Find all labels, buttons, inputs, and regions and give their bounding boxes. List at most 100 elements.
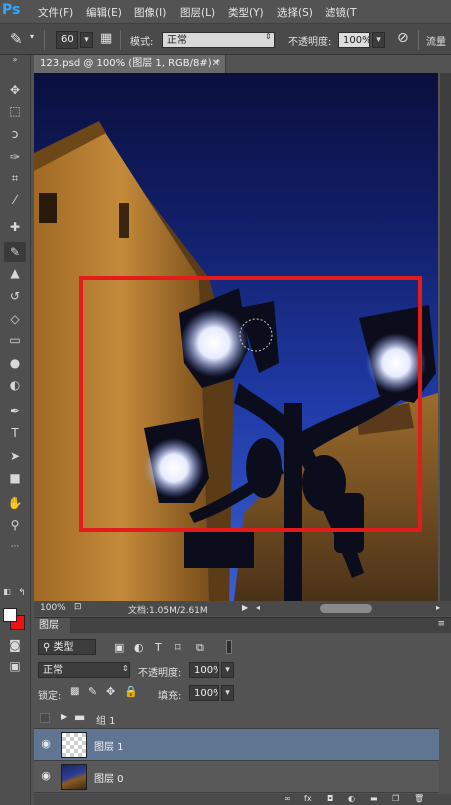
- dodge-tool-icon[interactable]: ◐: [4, 375, 26, 395]
- tools-panel: » ✥ ⬚ ↄ ✑ ⌗ ⁄ ✚ ✎ ▲ ↺ ◇ ▭ ● ◐ ✒ T ➤ ■ ✋ …: [0, 55, 31, 805]
- zoom-tool-icon[interactable]: ⚲: [4, 515, 26, 535]
- filter-toggle-switch[interactable]: [226, 640, 232, 654]
- blend-mode-select[interactable]: 正常: [38, 662, 130, 678]
- layer-opacity-dropdown-icon[interactable]: ▾: [221, 662, 234, 678]
- adjustment-layer-icon[interactable]: ◐: [348, 794, 355, 803]
- vertical-scrollbar[interactable]: [440, 73, 451, 601]
- pressure-opacity-icon[interactable]: ⊘: [397, 30, 409, 46]
- filter-type-icon[interactable]: T: [155, 641, 162, 654]
- opacity-dropdown-icon[interactable]: ▾: [372, 32, 385, 48]
- panel-grip-icon[interactable]: »: [4, 56, 26, 64]
- document-tab[interactable]: 123.psd @ 100% (图层 1, RGB/8#) * ✕: [34, 55, 226, 73]
- scroll-right-icon[interactable]: ▸: [436, 603, 440, 612]
- blend-row: 正常 ⇕ 不透明度: 100% ▾: [34, 659, 451, 681]
- fill-dropdown-icon[interactable]: ▾: [221, 685, 234, 701]
- path-selection-tool-icon[interactable]: ➤: [4, 446, 26, 466]
- lasso-tool-icon[interactable]: ↄ: [4, 124, 26, 144]
- eye-icon[interactable]: ◉: [40, 738, 52, 750]
- layer-opacity-label: 不透明度:: [138, 668, 182, 679]
- fill-label: 填充:: [158, 691, 182, 702]
- swap-colors-icon[interactable]: ↰: [16, 583, 28, 603]
- marquee-tool-icon[interactable]: ⬚: [4, 101, 26, 121]
- filter-type-select[interactable]: ⚲ 类型: [38, 639, 96, 655]
- lock-row: 锁定: ▩ ✎ ✥ 🔒 填充: 100% ▾: [34, 682, 451, 704]
- document-size: 文档:1.05M/2.61M: [128, 606, 208, 616]
- clone-stamp-tool-icon[interactable]: ▲: [4, 263, 26, 283]
- document-canvas[interactable]: [34, 73, 438, 601]
- add-mask-icon[interactable]: ◘: [327, 794, 333, 803]
- blur-tool-icon[interactable]: ●: [4, 353, 26, 373]
- filter-smartobject-icon[interactable]: ⧉: [196, 641, 204, 655]
- brush-size-dropdown-icon[interactable]: ▾: [80, 32, 93, 48]
- canvas-image: [34, 121, 438, 601]
- new-group-icon[interactable]: ▬: [370, 794, 378, 803]
- layer-thumbnail: [61, 764, 87, 790]
- foreground-color-swatch[interactable]: [3, 608, 17, 622]
- opacity-input[interactable]: 100%: [338, 32, 370, 48]
- link-layers-icon[interactable]: ∞: [284, 794, 291, 803]
- brush-tool-icon[interactable]: ✎: [4, 242, 26, 262]
- quick-mask-icon[interactable]: ◙: [4, 635, 26, 655]
- menu-select[interactable]: 选择(S): [277, 5, 313, 20]
- group-visibility-toggle[interactable]: [40, 713, 50, 723]
- menu-filter[interactable]: 滤镜(T: [325, 5, 357, 20]
- menu-type[interactable]: 类型(Y): [228, 5, 264, 20]
- status-info-icon[interactable]: ⊡: [74, 602, 82, 612]
- zoom-level[interactable]: 100%: [40, 603, 66, 613]
- crop-tool-icon[interactable]: ⌗: [4, 168, 26, 188]
- eraser-tool-icon[interactable]: ◇: [4, 309, 26, 329]
- horizontal-scroll-thumb[interactable]: [320, 604, 372, 613]
- gradient-tool-icon[interactable]: ▭: [4, 330, 26, 350]
- lock-position-icon[interactable]: ✥: [106, 685, 115, 698]
- delete-layer-icon[interactable]: 🗑: [414, 794, 424, 803]
- layer-row-1[interactable]: ◉ 图层 1: [34, 729, 439, 761]
- folder-icon: ▬: [74, 710, 86, 724]
- lock-all-icon[interactable]: 🔒: [124, 685, 138, 698]
- brush-size-picker[interactable]: 60: [56, 31, 78, 49]
- type-tool-icon[interactable]: T: [4, 423, 26, 443]
- group-expand-icon[interactable]: ▶: [61, 712, 67, 721]
- mode-select-arrow-icon: ⇕: [265, 32, 272, 41]
- hand-tool-icon[interactable]: ✋: [4, 493, 26, 513]
- document-tab-title: 123.psd @ 100% (图层 1, RGB/8#) *: [40, 58, 220, 69]
- quick-selection-tool-icon[interactable]: ✑: [4, 147, 26, 167]
- rectangle-tool-icon[interactable]: ■: [4, 468, 26, 488]
- filter-shape-icon[interactable]: ⌑: [175, 641, 181, 654]
- scroll-left-icon[interactable]: ◂: [256, 603, 260, 612]
- close-tab-icon[interactable]: ✕: [212, 55, 220, 73]
- move-tool-icon[interactable]: ✥: [4, 80, 26, 100]
- layer-style-icon[interactable]: fx: [304, 794, 312, 803]
- menu-file[interactable]: 文件(F): [38, 5, 73, 20]
- brush-tool-icon[interactable]: ✎: [10, 30, 23, 48]
- pen-tool-icon[interactable]: ✒: [4, 401, 26, 421]
- lock-pixels-icon[interactable]: ✎: [88, 685, 97, 698]
- blend-mode-arrow-icon: ⇕: [122, 664, 129, 673]
- new-layer-icon[interactable]: ❐: [392, 794, 399, 803]
- panel-menu-icon[interactable]: ≡: [437, 619, 445, 629]
- status-menu-arrow-icon[interactable]: ▶: [242, 603, 248, 612]
- menu-image[interactable]: 图像(I): [134, 5, 166, 20]
- healing-brush-tool-icon[interactable]: ✚: [4, 217, 26, 237]
- brush-panel-toggle-icon[interactable]: ▦: [100, 31, 112, 46]
- filter-pixel-icon[interactable]: ▣: [114, 641, 124, 654]
- screen-mode-icon[interactable]: ▣: [4, 656, 26, 676]
- filter-adjustment-icon[interactable]: ◐: [134, 641, 144, 654]
- eyedropper-tool-icon[interactable]: ⁄: [4, 190, 26, 210]
- fill-input[interactable]: 100%: [189, 685, 219, 701]
- history-brush-tool-icon[interactable]: ↺: [4, 286, 26, 306]
- tool-preset-dropdown-icon[interactable]: ▾: [30, 32, 34, 41]
- lamp-glow-3: [144, 438, 204, 498]
- layer-opacity-input[interactable]: 100%: [189, 662, 219, 678]
- lamp-glow-1: [180, 309, 248, 377]
- eye-icon[interactable]: ◉: [40, 770, 52, 782]
- status-bar: 100% ⊡ 文档:1.05M/2.61M ▶ ◂ ▸: [34, 601, 451, 616]
- default-colors-icon[interactable]: ◧: [1, 582, 13, 602]
- more-tools-icon[interactable]: ···: [4, 537, 26, 557]
- layer-row-0[interactable]: ◉ 图层 0: [34, 761, 439, 793]
- tab-layers[interactable]: 图层: [34, 618, 70, 633]
- menu-layer[interactable]: 图层(L): [180, 5, 215, 20]
- mode-select[interactable]: 正常: [162, 32, 275, 48]
- menu-edit[interactable]: 编辑(E): [86, 5, 122, 20]
- layer-group-row[interactable]: ▶ ▬ 组 1: [34, 708, 439, 729]
- lock-transparent-icon[interactable]: ▩: [70, 686, 79, 697]
